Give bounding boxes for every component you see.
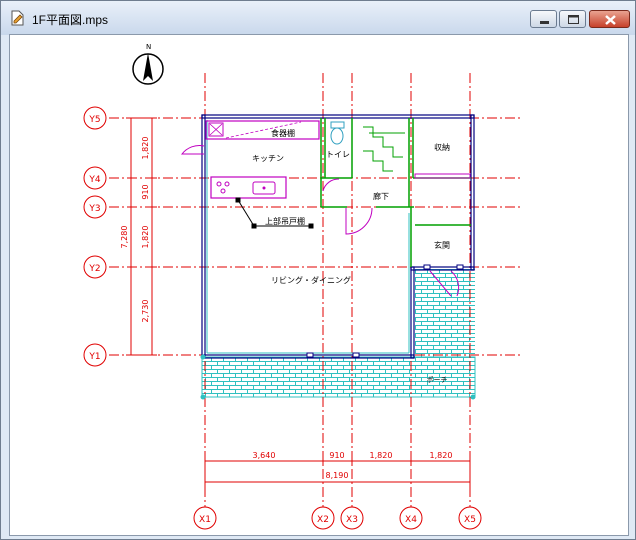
dim-bottom-4: 1,820	[430, 451, 453, 460]
close-icon	[605, 15, 616, 25]
maximize-button[interactable]	[559, 10, 586, 28]
grid-label-x5: X5	[458, 506, 482, 530]
dim-bottom-total: 8,190	[326, 471, 349, 480]
grid-label-x1: X1	[193, 506, 217, 530]
app-window: 1F平面図.mps X1 X2 X3 X4 X5 Y5 Y4 Y3 Y2 Y1 …	[0, 0, 636, 540]
dim-bottom-3: 1,820	[370, 451, 393, 460]
dish-cupboard	[205, 120, 320, 140]
svg-text:Y3: Y3	[88, 204, 100, 214]
dim-left-total: 7,280	[120, 226, 129, 249]
svg-text:X4: X4	[405, 515, 417, 525]
grid-label-y4: Y4	[83, 166, 107, 190]
svg-text:Y2: Y2	[88, 264, 100, 274]
dim-left-4: 2,730	[141, 300, 150, 323]
room-label-porch: ポーチ	[427, 376, 448, 384]
room-label-storage: 収納	[434, 142, 450, 152]
grid-label-x3: X3	[340, 506, 364, 530]
staircase	[363, 126, 405, 172]
svg-text:Y4: Y4	[88, 175, 100, 185]
minimize-icon	[540, 21, 549, 24]
room-label-shokki: 食器棚	[271, 128, 295, 138]
toilet-fixture	[330, 121, 345, 145]
title-bar[interactable]: 1F平面図.mps	[1, 1, 635, 35]
svg-text:Y5: Y5	[88, 115, 100, 125]
north-arrow-icon: N	[132, 43, 164, 85]
svg-text:X5: X5	[464, 515, 476, 525]
svg-text:Y1: Y1	[88, 352, 100, 362]
floor-plan: X1 X2 X3 X4 X5 Y5 Y4 Y3 Y2 Y1 3,640 910 …	[83, 43, 523, 530]
dim-left-3: 1,820	[141, 226, 150, 249]
document-icon	[11, 10, 24, 26]
dim-left-1: 1,820	[141, 137, 150, 160]
room-label-upper-cabinet: 上部吊戸棚	[265, 216, 305, 226]
grid-label-y2: Y2	[83, 255, 107, 279]
room-label-entrance: 玄関	[434, 240, 450, 250]
room-label-toilet: トイレ	[326, 150, 350, 159]
svg-text:N: N	[146, 43, 151, 51]
dim-bottom-2: 910	[329, 451, 344, 460]
dim-bottom-1: 3,640	[253, 451, 276, 460]
grid-label-x4: X4	[399, 506, 423, 530]
minimize-button[interactable]	[530, 10, 557, 28]
close-button[interactable]	[589, 10, 630, 28]
room-label-hallway: 廊下	[373, 191, 389, 201]
room-label-living: リビング・ダイニング	[271, 275, 351, 285]
maximize-icon	[568, 15, 579, 24]
entrance-porch-area	[415, 269, 475, 357]
dim-left-2: 910	[141, 184, 150, 199]
grid-label-y5: Y5	[83, 106, 107, 130]
window-title: 1F平面図.mps	[32, 13, 109, 27]
grid-label-x2: X2	[311, 506, 335, 530]
room-label-kitchen: キッチン	[252, 154, 284, 163]
svg-text:X2: X2	[317, 515, 329, 525]
drawing-canvas[interactable]: X1 X2 X3 X4 X5 Y5 Y4 Y3 Y2 Y1 3,640 910 …	[9, 34, 629, 536]
grid-label-y1: Y1	[83, 343, 107, 367]
svg-text:X3: X3	[346, 515, 358, 525]
kitchen-counter	[210, 176, 287, 199]
grid-label-y3: Y3	[83, 195, 107, 219]
svg-text:X1: X1	[199, 515, 211, 525]
